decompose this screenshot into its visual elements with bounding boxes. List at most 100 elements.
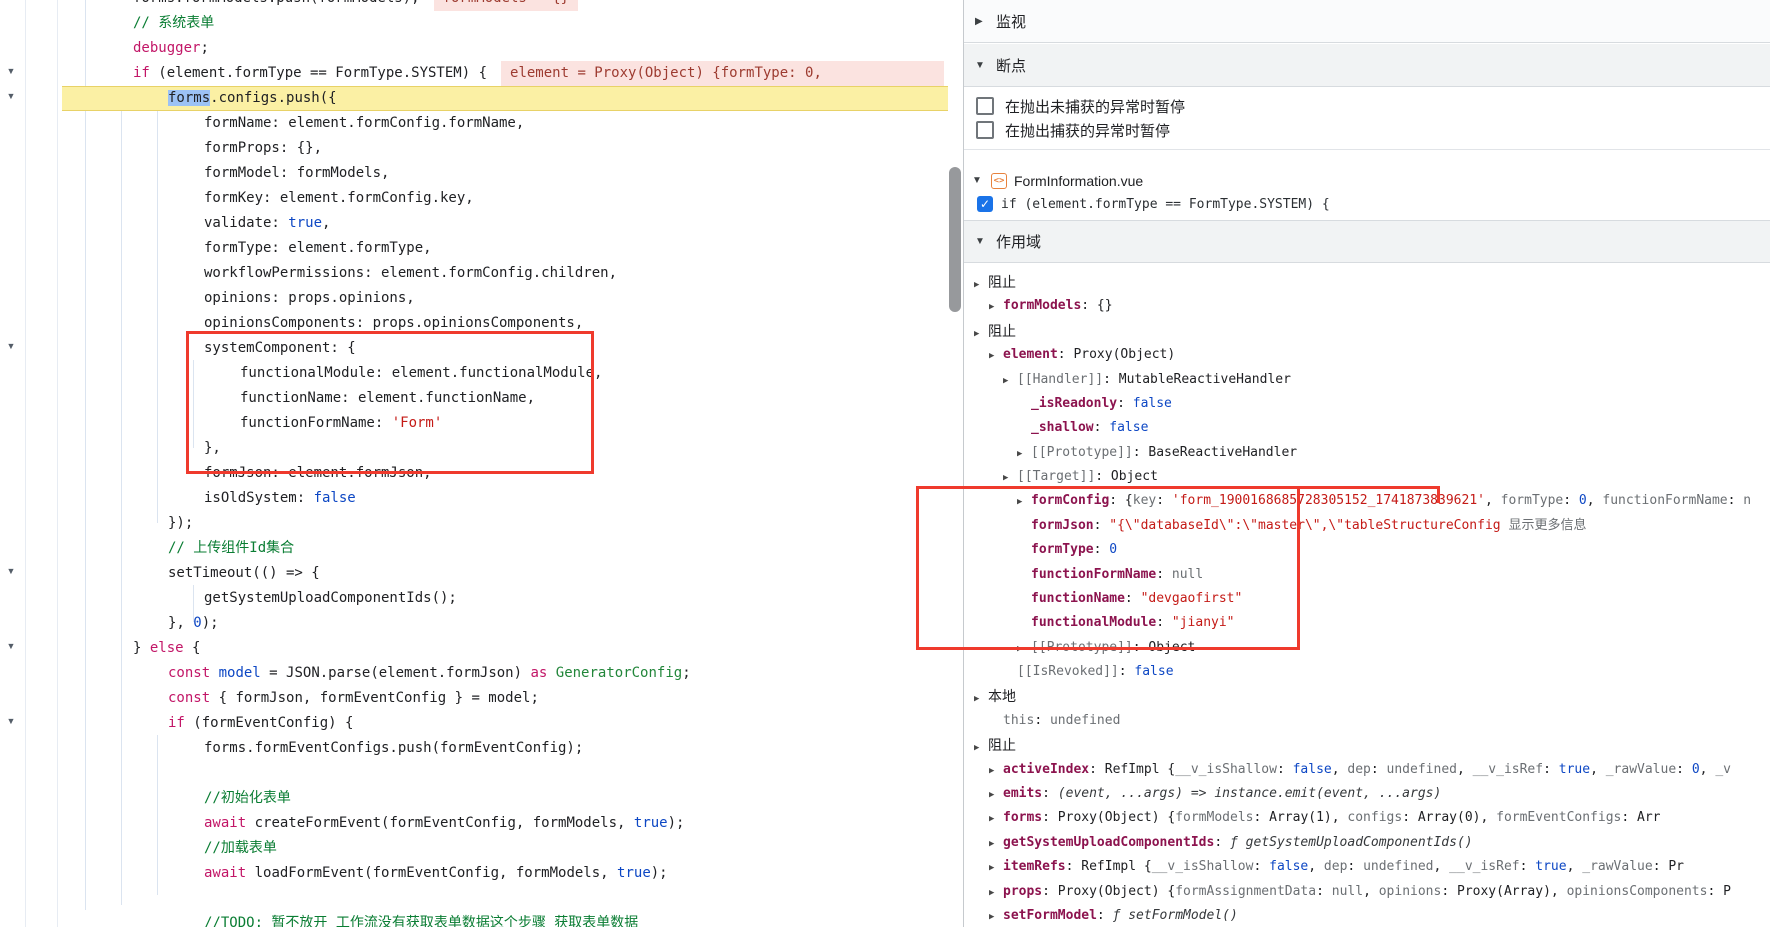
scope-row[interactable]: ▶getSystemUploadComponentIds: ƒ getSyste… xyxy=(964,831,1770,855)
fold-arrow-icon[interactable]: ▼ xyxy=(3,341,19,351)
scope-row[interactable]: ▶props: Proxy(Object) {formAssignmentDat… xyxy=(964,880,1770,904)
expand-arrow-icon[interactable]: ▶ xyxy=(989,344,1003,367)
fold-arrow-icon[interactable]: ▼ xyxy=(3,91,19,101)
variable-name: itemRefs xyxy=(1003,859,1066,874)
scope-row[interactable]: ▶formModels: {} xyxy=(964,294,1770,318)
expand-arrow-icon[interactable]: ▶ xyxy=(989,759,1003,782)
expand-arrow-icon[interactable]: ▶ xyxy=(1017,442,1031,465)
variable-value: : xyxy=(1214,835,1230,850)
fold-arrow-icon[interactable]: ▼ xyxy=(3,716,19,726)
scope-row[interactable]: ▶本地 xyxy=(964,684,1770,708)
variable-name: formConfig xyxy=(1031,493,1109,508)
expand-arrow-icon[interactable]: ▶ xyxy=(974,736,988,757)
scope-row[interactable]: ▶[[Prototype]]: Object xyxy=(964,636,1770,660)
scope-section-header[interactable]: ▼ 作用域 xyxy=(964,220,1770,263)
scope-row[interactable]: functionName: "devgaofirst" xyxy=(964,587,1770,611)
expand-arrow-icon[interactable]: ▶ xyxy=(974,687,988,708)
scope-row[interactable]: formJson: "{\"databaseId\":\"master\",\"… xyxy=(964,514,1770,538)
code-line: getSystemUploadComponentIds(); xyxy=(0,586,948,611)
scope-row[interactable]: ▶forms: Proxy(Object) {formModels: Array… xyxy=(964,806,1770,830)
watch-section-header[interactable]: ▶ 监视 xyxy=(964,0,1770,43)
code-token: }, xyxy=(204,440,221,456)
scope-row[interactable]: ▶阻止 xyxy=(964,319,1770,343)
scope-row[interactable]: functionalModule: "jianyi" xyxy=(964,611,1770,635)
breakpoint-checkbox-checked[interactable]: ✓ xyxy=(977,196,993,212)
scope-row[interactable]: ▶activeIndex: RefImpl {__v_isShallow: fa… xyxy=(964,758,1770,782)
scope-row[interactable]: _isReadonly: false xyxy=(964,392,1770,416)
code-token: else xyxy=(150,640,184,656)
scope-row[interactable]: ▶setFormModel: ƒ setFormModel() xyxy=(964,904,1770,927)
code-token: getSystemUploadComponentIds(); xyxy=(204,590,457,606)
variable-value: __v_isRef xyxy=(1473,762,1543,777)
editor-scrollbar-thumb[interactable] xyxy=(949,167,961,312)
expand-arrow-icon[interactable]: ▶ xyxy=(1017,637,1031,660)
code-editor-panel[interactable]: forms.formModels.push(formModels);formMo… xyxy=(0,0,948,927)
expand-arrow-icon[interactable]: ▶ xyxy=(974,273,988,294)
expand-arrow-icon[interactable]: ▶ xyxy=(1003,369,1017,392)
scope-row[interactable]: this: undefined xyxy=(964,709,1770,733)
code-line: debugger; xyxy=(0,36,948,61)
expand-arrow-icon[interactable]: ▶ xyxy=(989,905,1003,927)
variable-value: ƒ getSystemUploadComponentIds() xyxy=(1230,835,1473,850)
code-token: true xyxy=(634,815,668,831)
variable-value: , xyxy=(1587,493,1603,508)
scope-row[interactable]: formType: 0 xyxy=(964,538,1770,562)
code-line xyxy=(0,761,948,786)
checkbox-unchecked[interactable] xyxy=(976,121,994,139)
watch-section-label: 监视 xyxy=(996,11,1026,32)
scope-row[interactable]: ▶itemRefs: RefImpl {__v_isShallow: false… xyxy=(964,855,1770,879)
breakpoint-file-group[interactable]: ▼ <> FormInformation.vue xyxy=(972,168,1143,193)
expand-arrow-icon[interactable]: ▶ xyxy=(989,832,1003,855)
scope-row[interactable]: functionFormName: null xyxy=(964,563,1770,587)
variable-value: false xyxy=(1269,859,1308,874)
scope-row[interactable]: ▶element: Proxy(Object) xyxy=(964,343,1770,367)
breakpoint-file-name: FormInformation.vue xyxy=(1014,173,1143,189)
expand-arrow-icon[interactable]: ▶ xyxy=(989,295,1003,318)
code-token: //加载表单 xyxy=(204,840,277,856)
chevron-down-icon[interactable]: ▼ xyxy=(975,236,987,247)
breakpoints-section-header[interactable]: ▼ 断点 xyxy=(964,44,1770,87)
expand-arrow-icon[interactable]: ▶ xyxy=(989,807,1003,830)
expand-arrow-icon[interactable]: ▶ xyxy=(989,783,1003,806)
pause-option-row[interactable]: 在抛出未捕获的异常时暂停 xyxy=(976,94,1185,118)
code-line: forms.formModels.push(formModels);formMo… xyxy=(0,0,948,11)
variable-value: formEventConfigs xyxy=(1496,810,1621,825)
fold-arrow-icon[interactable]: ▼ xyxy=(3,66,19,76)
chevron-down-icon[interactable]: ▼ xyxy=(975,60,987,71)
scope-row[interactable]: [[IsRevoked]]: false xyxy=(964,660,1770,684)
expand-arrow-icon[interactable]: ▶ xyxy=(989,881,1003,904)
scope-row[interactable]: ▶[[Handler]]: MutableReactiveHandler xyxy=(964,368,1770,392)
variable-value: formType xyxy=(1501,493,1564,508)
variable-value: : xyxy=(1094,420,1110,435)
variable-value: : Object xyxy=(1133,640,1196,655)
code-token: const xyxy=(168,690,210,706)
scope-row[interactable]: _shallow: false xyxy=(964,416,1770,440)
variable-value: : xyxy=(1520,859,1536,874)
code-line: workflowPermissions: element.formConfig.… xyxy=(0,261,948,286)
scope-row[interactable]: ▶emits: (event, ...args) => instance.emi… xyxy=(964,782,1770,806)
variable-value: dep xyxy=(1347,762,1370,777)
scope-row[interactable]: ▶[[Prototype]]: BaseReactiveHandler xyxy=(964,441,1770,465)
variable-value: 阻止 xyxy=(988,323,1016,339)
expand-arrow-icon[interactable]: ▶ xyxy=(1017,490,1031,513)
breakpoint-entry[interactable]: ✓ if (element.formType == FormType.SYSTE… xyxy=(977,192,1330,216)
pause-option-row[interactable]: 在抛出捕获的异常时暂停 xyxy=(976,118,1170,142)
variable-value: _rawValue xyxy=(1582,859,1652,874)
panel-divider[interactable] xyxy=(963,0,964,927)
variable-value: (event, ...args) => instance.emit(event,… xyxy=(1058,786,1442,801)
expand-arrow-icon[interactable]: ▶ xyxy=(974,322,988,343)
chevron-right-icon[interactable]: ▶ xyxy=(975,16,987,27)
fold-arrow-icon[interactable]: ▼ xyxy=(3,566,19,576)
scope-row[interactable]: ▶formConfig: {key: 'form_190016868572830… xyxy=(964,489,1770,513)
scope-row[interactable]: ▶阻止 xyxy=(964,733,1770,757)
scope-row[interactable]: ▶[[Target]]: Object xyxy=(964,465,1770,489)
checkbox-unchecked[interactable] xyxy=(976,97,994,115)
chevron-down-icon[interactable]: ▼ xyxy=(972,175,984,186)
variable-value: : { xyxy=(1109,493,1132,508)
code-token: formModel: formModels, xyxy=(204,165,389,181)
variable-value: __v_isShallow xyxy=(1175,762,1277,777)
expand-arrow-icon[interactable]: ▶ xyxy=(1003,466,1017,489)
fold-arrow-icon[interactable]: ▼ xyxy=(3,641,19,651)
scope-row[interactable]: ▶阻止 xyxy=(964,270,1770,294)
expand-arrow-icon[interactable]: ▶ xyxy=(989,856,1003,879)
